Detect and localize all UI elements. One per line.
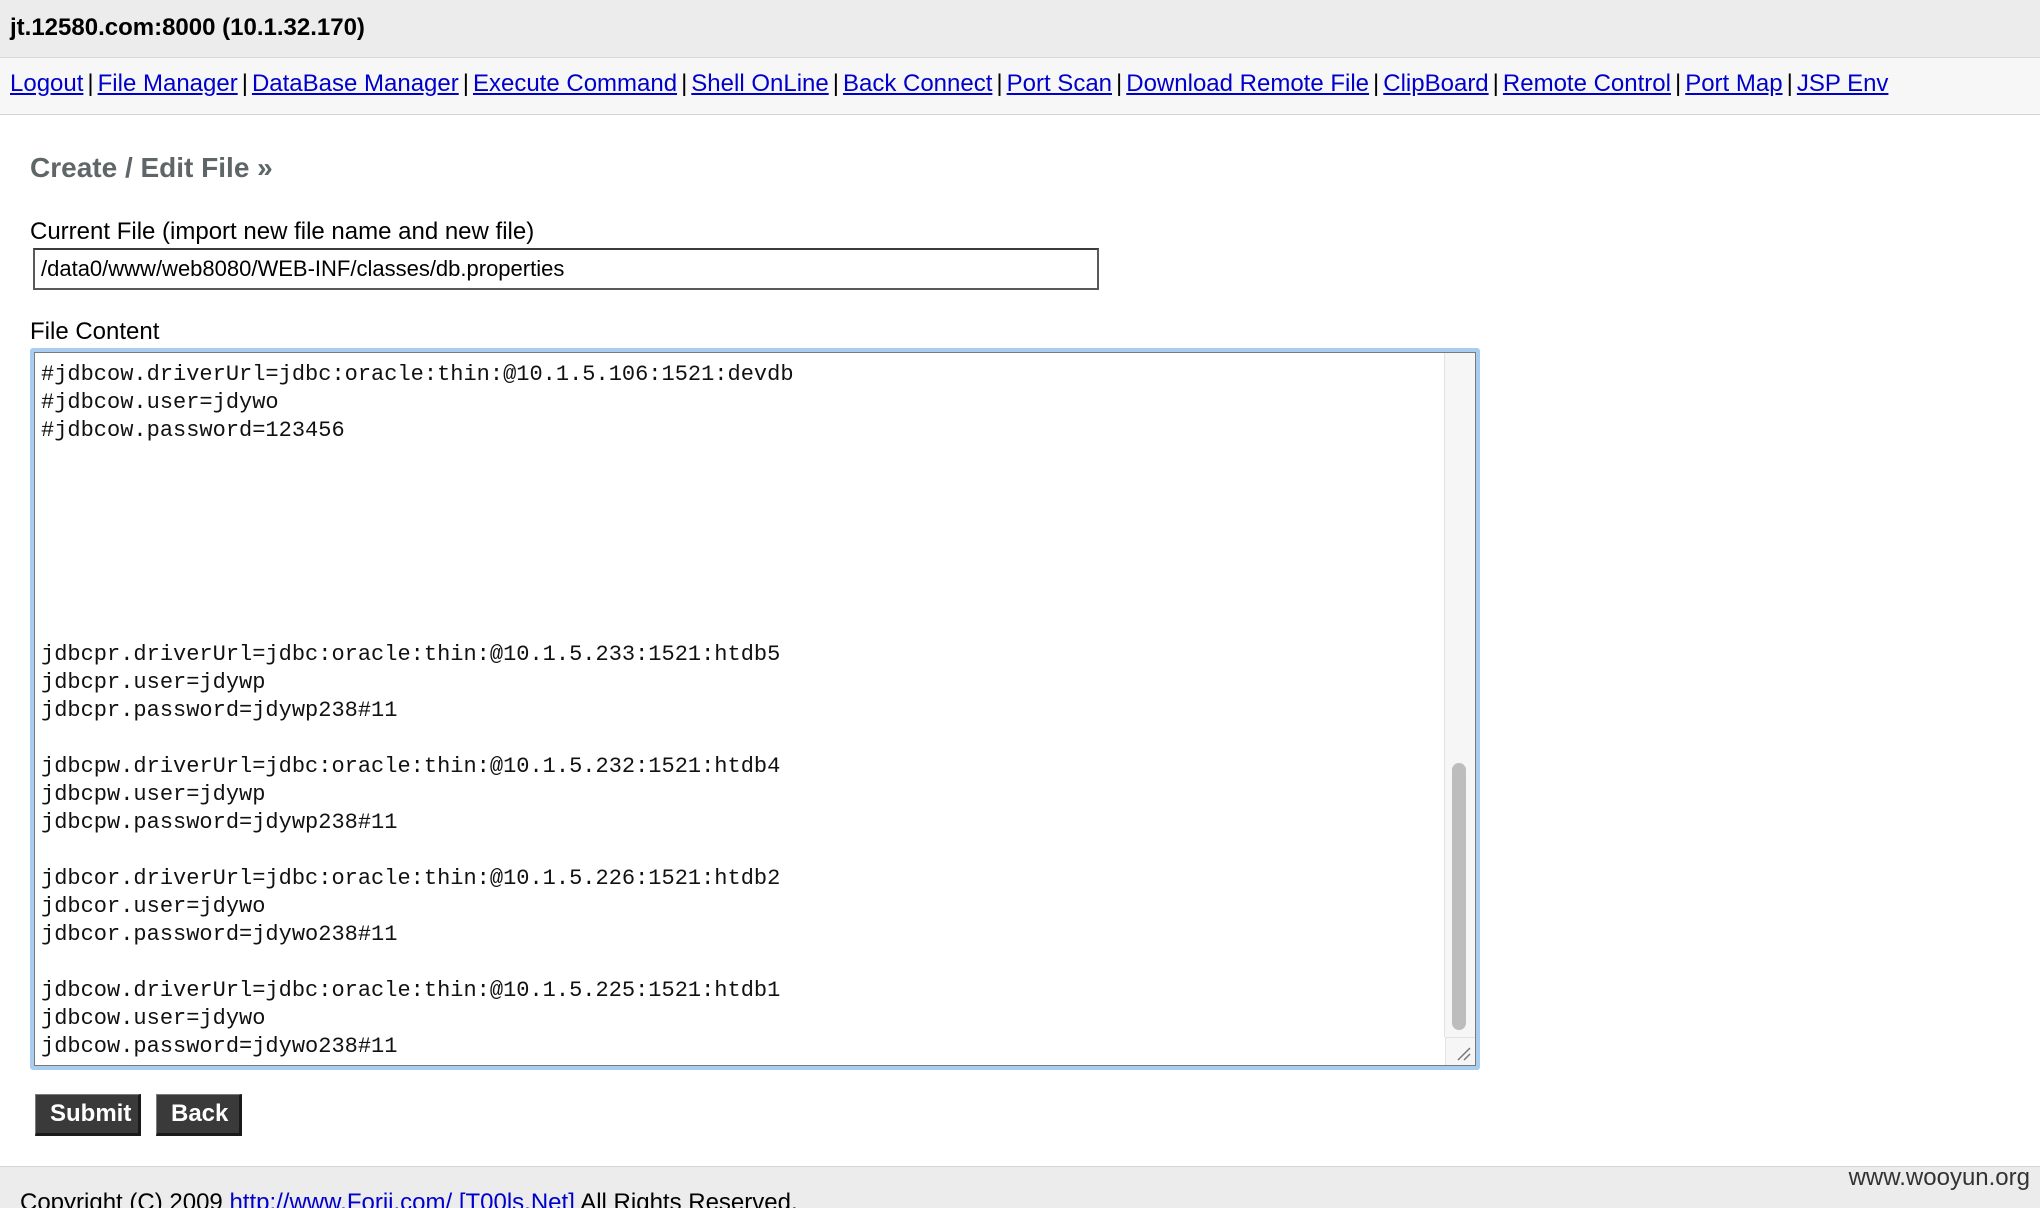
nav-link-database-manager[interactable]: DataBase Manager xyxy=(252,70,459,97)
nav-links: Logout | File Manager | DataBase Manager | Exe… xyxy=(10,70,1888,98)
nav-link-logout[interactable]: Logout xyxy=(10,70,83,97)
copyright-prefix: Copyright (C) 2009 xyxy=(20,1189,223,1208)
scrollbar-thumb[interactable] xyxy=(1452,763,1466,1030)
nav-link-jsp-env[interactable]: JSP Env xyxy=(1797,70,1889,97)
back-button[interactable]: Back xyxy=(156,1094,242,1136)
nav-separator: | xyxy=(87,70,94,97)
nav-separator: | xyxy=(462,70,469,97)
nav-separator: | xyxy=(1492,70,1499,97)
resize-grip-icon[interactable] xyxy=(1445,1037,1475,1065)
nav-separator: | xyxy=(1786,70,1793,97)
nav-separator: | xyxy=(681,70,688,97)
nav-link-file-manager[interactable]: File Manager xyxy=(98,70,238,97)
nav-separator: | xyxy=(1674,70,1682,97)
nav-link-download-remote-file[interactable]: Download Remote File xyxy=(1126,70,1369,97)
file-content-textarea[interactable]: #jdbcow.driverUrl=jdbc:oracle:thin:@10.1… xyxy=(34,352,1476,1066)
nav-link-port-map[interactable]: Port Map xyxy=(1685,70,1782,97)
page-title: Create / Edit File » xyxy=(30,152,273,183)
nav-link-remote-control[interactable]: Remote Control xyxy=(1503,70,1671,97)
watermark-text: www.wooyun.org xyxy=(1848,1164,2030,1191)
nav-separator: | xyxy=(832,70,839,97)
nav-link-port-scan[interactable]: Port Scan xyxy=(1007,70,1112,97)
forjj-link[interactable]: http://www.Forjj.com/ xyxy=(229,1189,452,1208)
host-header: jt.12580.com:8000 (10.1.32.170) xyxy=(0,0,2040,58)
copyright-suffix: All Rights Reserved. xyxy=(580,1189,798,1208)
t00ls-link[interactable]: [T00ls.Net] xyxy=(459,1189,575,1208)
host-title: jt.12580.com:8000 (10.1.32.170) xyxy=(10,14,365,41)
textarea-scrollbar[interactable] xyxy=(1444,353,1475,1037)
nav-separator: | xyxy=(1116,70,1123,97)
nav-separator: | xyxy=(996,70,1003,97)
nav-separator: | xyxy=(1373,70,1380,97)
file-content-text: #jdbcow.driverUrl=jdbc:oracle:thin:@10.1… xyxy=(41,362,794,1059)
nav-link-back-connect[interactable]: Back Connect xyxy=(843,70,992,97)
footer: Copyright (C) 2009 http://www.Forjj.com/… xyxy=(0,1166,2040,1208)
nav-link-shell-online[interactable]: Shell OnLine xyxy=(691,70,828,97)
current-file-input[interactable] xyxy=(33,248,1099,290)
copyright-text: Copyright (C) 2009 http://www.Forjj.com/… xyxy=(20,1189,798,1208)
file-content-editor-focus-ring: #jdbcow.driverUrl=jdbc:oracle:thin:@10.1… xyxy=(30,348,1480,1070)
nav-link-clipboard[interactable]: ClipBoard xyxy=(1383,70,1488,97)
nav-separator: | xyxy=(241,70,248,97)
submit-button[interactable]: Submit xyxy=(35,1094,141,1136)
file-content-label: File Content xyxy=(30,318,160,345)
nav-link-execute-command[interactable]: Execute Command xyxy=(473,70,677,97)
main-nav: Logout | File Manager | DataBase Manager | Exe… xyxy=(0,58,2040,115)
current-file-label: Current File (import new file name and n… xyxy=(30,218,535,245)
